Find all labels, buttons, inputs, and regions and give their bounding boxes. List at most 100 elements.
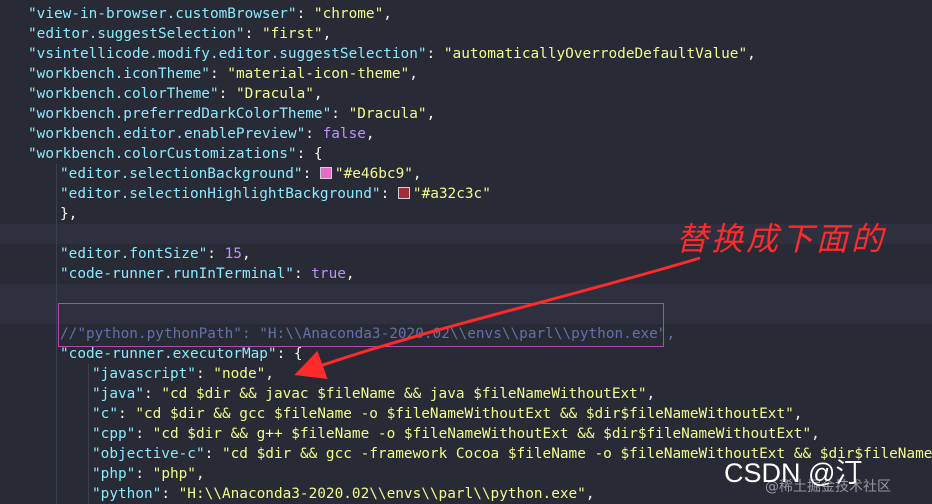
code-token: "vsintellicode.modify.editor.suggestSele… xyxy=(28,46,427,62)
code-token: : xyxy=(293,266,312,282)
code-line[interactable]: "view-in-browser.customBrowser": "chrome… xyxy=(0,4,932,24)
code-token: : xyxy=(331,106,349,122)
code-line[interactable]: "editor.selectionHighlightBackground": "… xyxy=(0,184,932,204)
code-token: "workbench.editor.enablePreview" xyxy=(28,126,306,142)
code-content: }, xyxy=(60,204,77,224)
code-token: : xyxy=(218,86,236,102)
indent-guide xyxy=(88,404,89,424)
code-line[interactable]: "code-runner.executorMap": { xyxy=(0,344,932,364)
code-token: : xyxy=(380,186,398,202)
indent-guide xyxy=(88,384,89,404)
code-token: , xyxy=(646,386,656,402)
code-token: : xyxy=(135,466,153,482)
code-content: "javascript": "node", xyxy=(92,364,274,384)
code-token: "H:\\Anaconda3-2020.02\\envs\\parl\\pyth… xyxy=(178,486,586,502)
code-token: "Dracula" xyxy=(235,86,314,102)
code-line[interactable]: "cpp": "cd $dir && g++ $fileName -o $fil… xyxy=(0,424,932,444)
code-line[interactable]: "java": "cd $dir && javac $fileName && j… xyxy=(0,384,932,404)
code-line[interactable]: "javascript": "node", xyxy=(0,364,932,384)
code-token: "workbench.iconTheme" xyxy=(28,66,210,82)
code-token: "view-in-browser.customBrowser" xyxy=(28,6,297,22)
code-line[interactable] xyxy=(0,304,932,324)
code-token: : xyxy=(204,446,222,462)
code-token: //"python.pythonPath": "H:\\Anaconda3-20… xyxy=(60,326,676,342)
indent-guide xyxy=(56,244,57,264)
code-line[interactable]: //"python.pythonPath": "H:\\Anaconda3-20… xyxy=(0,324,932,344)
code-token: "java" xyxy=(92,386,144,402)
code-token: : { xyxy=(276,346,303,362)
indent-guide xyxy=(56,204,57,224)
indent-guide xyxy=(56,424,57,444)
code-token: "Dracula" xyxy=(348,106,427,122)
code-token: "editor.selectionHighlightBackground" xyxy=(60,186,381,202)
code-token: "automaticallyOverrodeDefaultValue" xyxy=(443,46,748,62)
code-token: , xyxy=(383,6,392,22)
code-token: : xyxy=(143,386,162,402)
code-token: : xyxy=(305,126,323,142)
code-token: , xyxy=(241,246,251,262)
code-line[interactable]: "editor.suggestSelection": "first", xyxy=(0,24,932,44)
code-token: "cd $dir && gcc $fileName -o $fileNameWi… xyxy=(135,406,794,422)
code-token: : xyxy=(207,246,225,262)
code-line[interactable]: "workbench.editor.enablePreview": false, xyxy=(0,124,932,144)
code-token: , xyxy=(313,86,323,102)
code-token: "editor.selectionBackground" xyxy=(60,166,303,182)
code-token: "material-icon-theme" xyxy=(227,66,410,82)
code-token: , xyxy=(747,46,756,62)
code-token: "javascript" xyxy=(92,366,196,382)
code-token: }, xyxy=(60,206,78,222)
code-line[interactable]: "workbench.iconTheme": "material-icon-th… xyxy=(0,64,932,84)
code-token: "code-runner.runInTerminal" xyxy=(60,266,294,282)
code-content: "c": "cd $dir && gcc $fileName -o $fileN… xyxy=(92,404,802,424)
code-content: "editor.fontSize": 15, xyxy=(60,244,251,264)
code-token: , xyxy=(412,166,422,182)
code-token: "workbench.colorTheme" xyxy=(28,86,219,102)
indent-guide xyxy=(56,444,57,464)
code-line[interactable]: "vsintellicode.modify.editor.suggestSele… xyxy=(0,44,932,64)
code-token: "code-runner.executorMap" xyxy=(60,346,277,362)
indent-guide xyxy=(56,264,57,284)
code-token: , xyxy=(409,66,418,82)
code-token: "php" xyxy=(92,466,136,482)
code-token: "python" xyxy=(92,486,162,502)
indent-guide xyxy=(88,444,89,464)
code-token: , xyxy=(345,266,355,282)
code-line[interactable]: "c": "cd $dir && gcc $fileName -o $fileN… xyxy=(0,404,932,424)
code-token: , xyxy=(811,426,820,442)
code-token: : xyxy=(135,426,153,442)
code-token: , xyxy=(195,466,205,482)
code-line[interactable]: "workbench.preferredDarkColorTheme": "Dr… xyxy=(0,104,932,124)
code-content: "editor.suggestSelection": "first", xyxy=(28,24,331,44)
indent-guide xyxy=(56,364,57,384)
code-token: 15 xyxy=(224,246,242,262)
code-line[interactable]: "editor.selectionBackground": "#e46bc9", xyxy=(0,164,932,184)
site-watermark: @稀土掘金技术社区 xyxy=(765,479,891,495)
code-content: "workbench.preferredDarkColorTheme": "Dr… xyxy=(28,104,435,124)
code-token: "php" xyxy=(152,466,196,482)
code-token: : xyxy=(161,486,179,502)
code-token: , xyxy=(585,486,595,502)
indent-guide xyxy=(56,384,57,404)
indent-guide xyxy=(56,284,57,304)
code-content: "editor.selectionBackground": "#e46bc9", xyxy=(60,164,422,184)
color-swatch-icon[interactable] xyxy=(319,167,332,179)
code-content: "editor.selectionHighlightBackground": "… xyxy=(60,184,491,204)
code-token: , xyxy=(322,26,332,42)
code-token: "cd $dir && g++ $fileName -o $fileNameWi… xyxy=(152,426,812,442)
code-token: "node" xyxy=(213,366,266,382)
code-line[interactable]: "workbench.colorCustomizations": { xyxy=(0,144,932,164)
indent-guide xyxy=(88,484,89,504)
code-line[interactable]: "code-runner.runInTerminal": true, xyxy=(0,264,932,284)
color-swatch-icon[interactable] xyxy=(397,187,410,199)
code-token: : xyxy=(302,166,320,182)
code-token: : xyxy=(209,66,228,82)
code-token: , xyxy=(793,406,803,422)
code-content: "php": "php", xyxy=(92,464,205,484)
code-token: : xyxy=(244,26,262,42)
code-line[interactable]: "workbench.colorTheme": "Dracula", xyxy=(0,84,932,104)
code-token: "c" xyxy=(92,406,118,422)
code-token: "editor.suggestSelection" xyxy=(28,26,245,42)
code-line[interactable] xyxy=(0,284,932,304)
code-token: , xyxy=(265,366,274,382)
code-token: "#e46bc9" xyxy=(334,166,413,182)
